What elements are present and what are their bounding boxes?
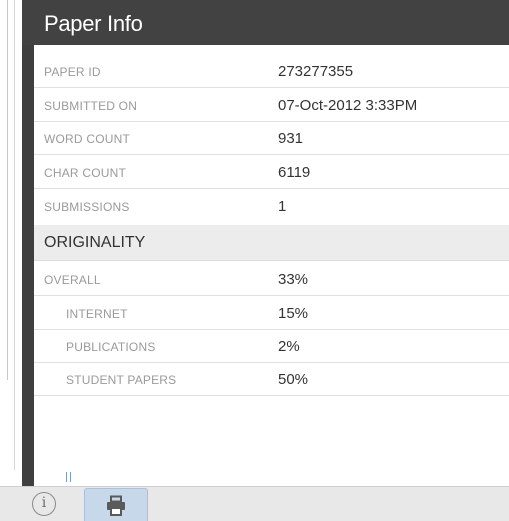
left-rail-line bbox=[14, 0, 15, 470]
row-label: PUBLICATIONS bbox=[66, 340, 156, 354]
row-label: WORD COUNT bbox=[44, 132, 130, 146]
resize-handle[interactable] bbox=[66, 472, 71, 482]
originality-row-student-papers: STUDENT PAPERS 50% bbox=[34, 362, 509, 396]
panel-header: Paper Info bbox=[22, 0, 509, 45]
panel-title: Paper Info bbox=[44, 11, 143, 36]
panel-frame bbox=[22, 0, 34, 486]
row-label: SUBMISSIONS bbox=[44, 200, 130, 214]
info-row-submissions: SUBMISSIONS 1 bbox=[34, 189, 509, 223]
row-value: 2% bbox=[278, 338, 300, 355]
info-row-paper-id: PAPER ID 273277355 bbox=[34, 54, 509, 88]
info-row-submitted-on: SUBMITTED ON 07-Oct-2012 3:33PM bbox=[34, 88, 509, 122]
row-value: 1 bbox=[278, 198, 287, 215]
originality-title: ORIGINALITY bbox=[44, 234, 146, 251]
left-rail-line bbox=[7, 0, 8, 380]
originality-row-internet: INTERNET 15% bbox=[34, 296, 509, 330]
info-button[interactable]: i bbox=[32, 492, 56, 516]
row-value: 33% bbox=[278, 271, 309, 288]
row-label: INTERNET bbox=[66, 307, 128, 321]
originality-row-publications: PUBLICATIONS 2% bbox=[34, 329, 509, 363]
row-value: 07-Oct-2012 3:33PM bbox=[278, 97, 418, 114]
originality-section-header: ORIGINALITY bbox=[34, 225, 509, 261]
row-label: SUBMITTED ON bbox=[44, 99, 138, 113]
print-button[interactable] bbox=[84, 488, 148, 521]
row-value: 50% bbox=[278, 371, 309, 388]
row-label: OVERALL bbox=[44, 273, 101, 287]
row-label: CHAR COUNT bbox=[44, 166, 126, 180]
row-value: 273277355 bbox=[278, 63, 354, 80]
info-icon: i bbox=[41, 495, 47, 511]
row-value: 15% bbox=[278, 305, 309, 322]
row-value: 931 bbox=[278, 130, 304, 147]
info-row-char-count: CHAR COUNT 6119 bbox=[34, 155, 509, 189]
printer-icon bbox=[107, 495, 125, 516]
originality-row-overall: OVERALL 33% bbox=[34, 262, 509, 296]
row-label: STUDENT PAPERS bbox=[66, 373, 177, 387]
bottom-toolbar bbox=[0, 486, 509, 521]
row-value: 6119 bbox=[278, 164, 311, 181]
info-row-word-count: WORD COUNT 931 bbox=[34, 121, 509, 155]
row-label: PAPER ID bbox=[44, 65, 101, 79]
